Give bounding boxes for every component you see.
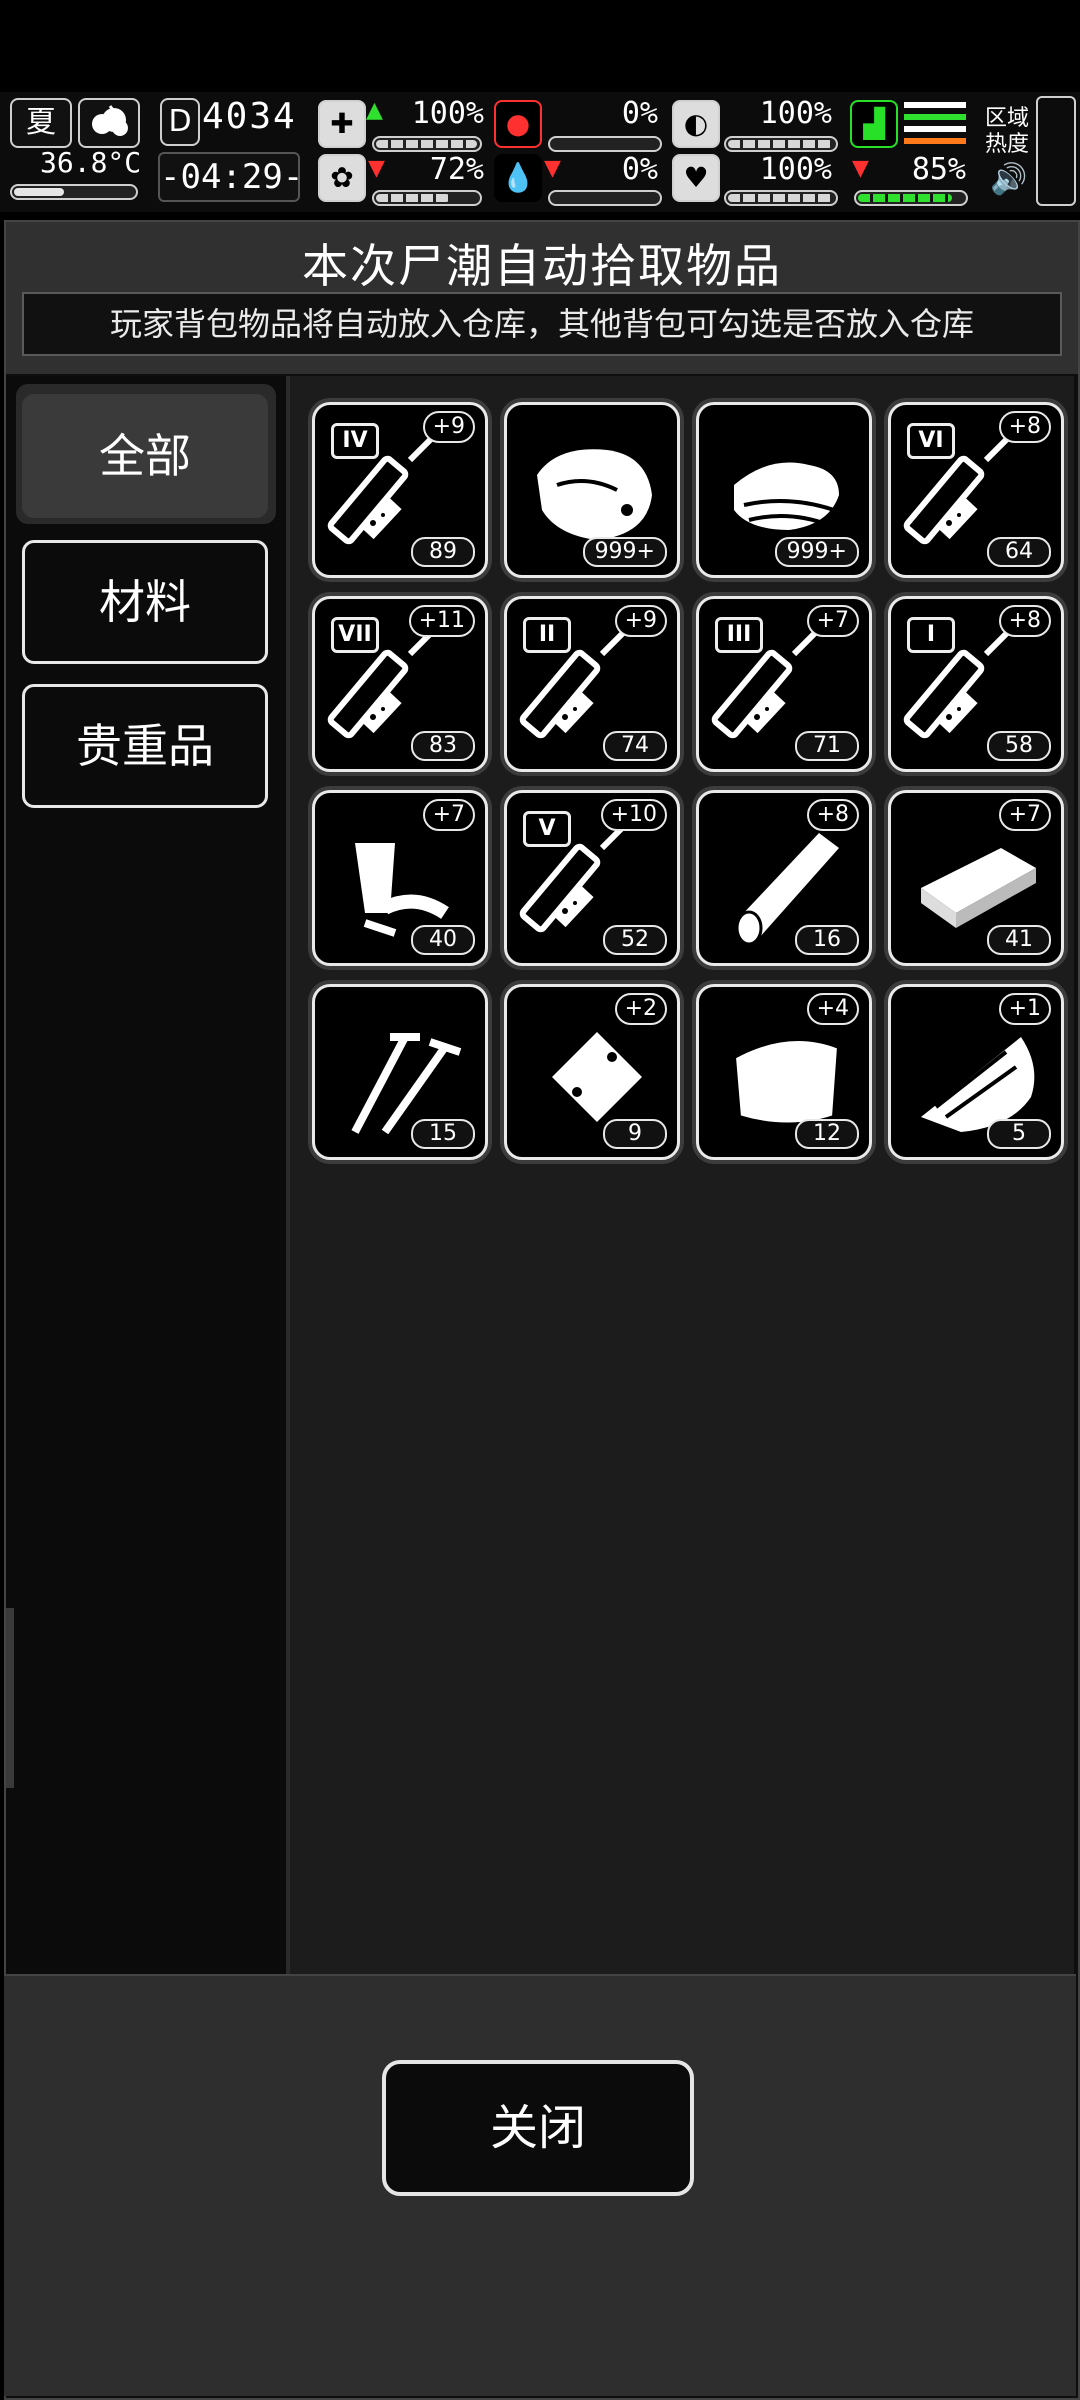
item-count: 999+ [774,537,859,567]
scrollbar[interactable] [6,1608,14,1788]
heart-value: 100% [759,152,832,187]
medkit-icon: ✚ [318,100,366,148]
item-slot[interactable]: II +9 74 [504,596,680,772]
brain-icon: ✿ [318,154,366,202]
medkit-value: 100% [411,96,484,131]
bonus-badge: +10 [600,799,667,831]
zone-label-2: 热度 [985,132,1030,157]
panel-header: 本次尸潮自动拾取物品 玩家背包物品将自动放入仓库，其他背包可勾选是否放入仓库 [6,222,1078,374]
bonus-badge: +9 [614,605,667,637]
item-count: 71 [795,731,859,761]
heart-bar [724,190,838,206]
stamina-stripes [904,102,966,144]
brain-bar [372,190,482,206]
bonus-badge: +4 [806,993,859,1025]
hud-bar: 夏 36.8°C D 4034 -04:29- ✚ ▲ 100% ● 0% ◐ … [0,92,1080,212]
bonus-badge: +8 [998,411,1051,443]
bonus-badge: +8 [806,799,859,831]
bonus-badge: +1 [998,993,1051,1025]
item-slot[interactable]: V +10 52 [504,790,680,966]
item-count: 52 [603,925,667,955]
item-slot[interactable]: +7 40 [312,790,488,966]
clock: -04:29- [158,152,303,202]
item-slot[interactable]: I +8 58 [888,596,1064,772]
bonus-badge: +11 [408,605,475,637]
panel-footer: 关闭 [4,1974,1076,2396]
item-count: 74 [603,731,667,761]
item-slot[interactable]: +4 12 [696,984,872,1160]
item-slot[interactable]: +2 9 [504,984,680,1160]
close-button[interactable]: 关闭 [382,2060,694,2196]
item-slot[interactable]: +7 41 [888,790,1064,966]
item-slot[interactable]: 999+ [696,402,872,578]
stamina-bar [854,190,968,206]
grade-badge: III [715,617,763,653]
brain-value: 72% [429,152,484,187]
item-count: 15 [411,1119,475,1149]
boot-icon: ▟ [850,100,898,148]
blood-icon: 💧 [494,154,542,202]
bonus-badge: +7 [422,799,475,831]
item-count: 83 [411,731,475,761]
grade-badge: VII [331,617,379,653]
item-count: 16 [795,925,859,955]
item-count: 40 [411,925,475,955]
item-count: 12 [795,1119,859,1149]
stamina-value: 85% [911,152,966,187]
season-badge: 夏 [10,98,72,148]
item-slot[interactable]: III +7 71 [696,596,872,772]
item-count: 9 [603,1119,667,1149]
system-status-bar [0,0,1080,92]
item-slot[interactable]: IV +9 89 [312,402,488,578]
zone-label-1: 区域 [985,106,1030,131]
day-counter: 4034 [202,96,297,137]
pill-bar [724,136,838,152]
item-slot[interactable]: VII +11 83 [312,596,488,772]
medkit-bar [372,136,482,152]
grade-badge: I [907,617,955,653]
item-count: 89 [411,537,475,567]
blood-bar [548,190,662,206]
blood-value: 0% [621,152,658,187]
bonus-badge: +9 [422,411,475,443]
item-slot[interactable]: 15 [312,984,488,1160]
stomach-bar [548,136,662,152]
grade-badge: IV [331,423,379,459]
pill-value: 100% [759,96,832,131]
item-slot[interactable]: +8 16 [696,790,872,966]
item-count: 5 [987,1119,1051,1149]
grade-badge: V [523,811,571,847]
item-grid: IV +9 89 999+ 999+ VI +8 64 VII +11 83 II +9 74 III +7 7… [290,376,1074,2196]
speaker-icon[interactable]: 🔊 [990,162,1027,197]
grade-badge: II [523,617,571,653]
panel-notice: 玩家背包物品将自动放入仓库，其他背包可勾选是否放入仓库 [22,292,1062,356]
stomach-value: 0% [621,96,658,131]
zone-heat-meter [1036,96,1076,206]
item-count: 999+ [582,537,667,567]
zone-heat-label: 区域 热度 [985,106,1029,158]
weather-icon [78,98,140,148]
item-count: 41 [987,925,1051,955]
panel-title: 本次尸潮自动拾取物品 [302,239,782,293]
day-icon: D [160,98,200,146]
bonus-badge: +7 [998,799,1051,831]
stomach-icon: ● [494,100,542,148]
tab-valuables[interactable]: 贵重品 [22,684,268,808]
bonus-badge: +2 [614,993,667,1025]
item-slot[interactable]: VI +8 64 [888,402,1064,578]
tab-all[interactable]: 全部 [22,394,268,518]
item-slot[interactable]: +1 5 [888,984,1064,1160]
temperature-bar [10,184,138,200]
item-slot[interactable]: 999+ [504,402,680,578]
grade-badge: VI [907,423,955,459]
item-count: 64 [987,537,1051,567]
tab-materials[interactable]: 材料 [22,540,268,664]
bonus-badge: +7 [806,605,859,637]
pill-icon: ◐ [672,100,720,148]
temperature-readout: 36.8°C [40,146,142,179]
item-count: 58 [987,731,1051,761]
category-sidebar: 全部 材料 贵重品 [6,376,290,2196]
bonus-badge: +8 [998,605,1051,637]
heart-icon: ♥ [672,154,720,202]
